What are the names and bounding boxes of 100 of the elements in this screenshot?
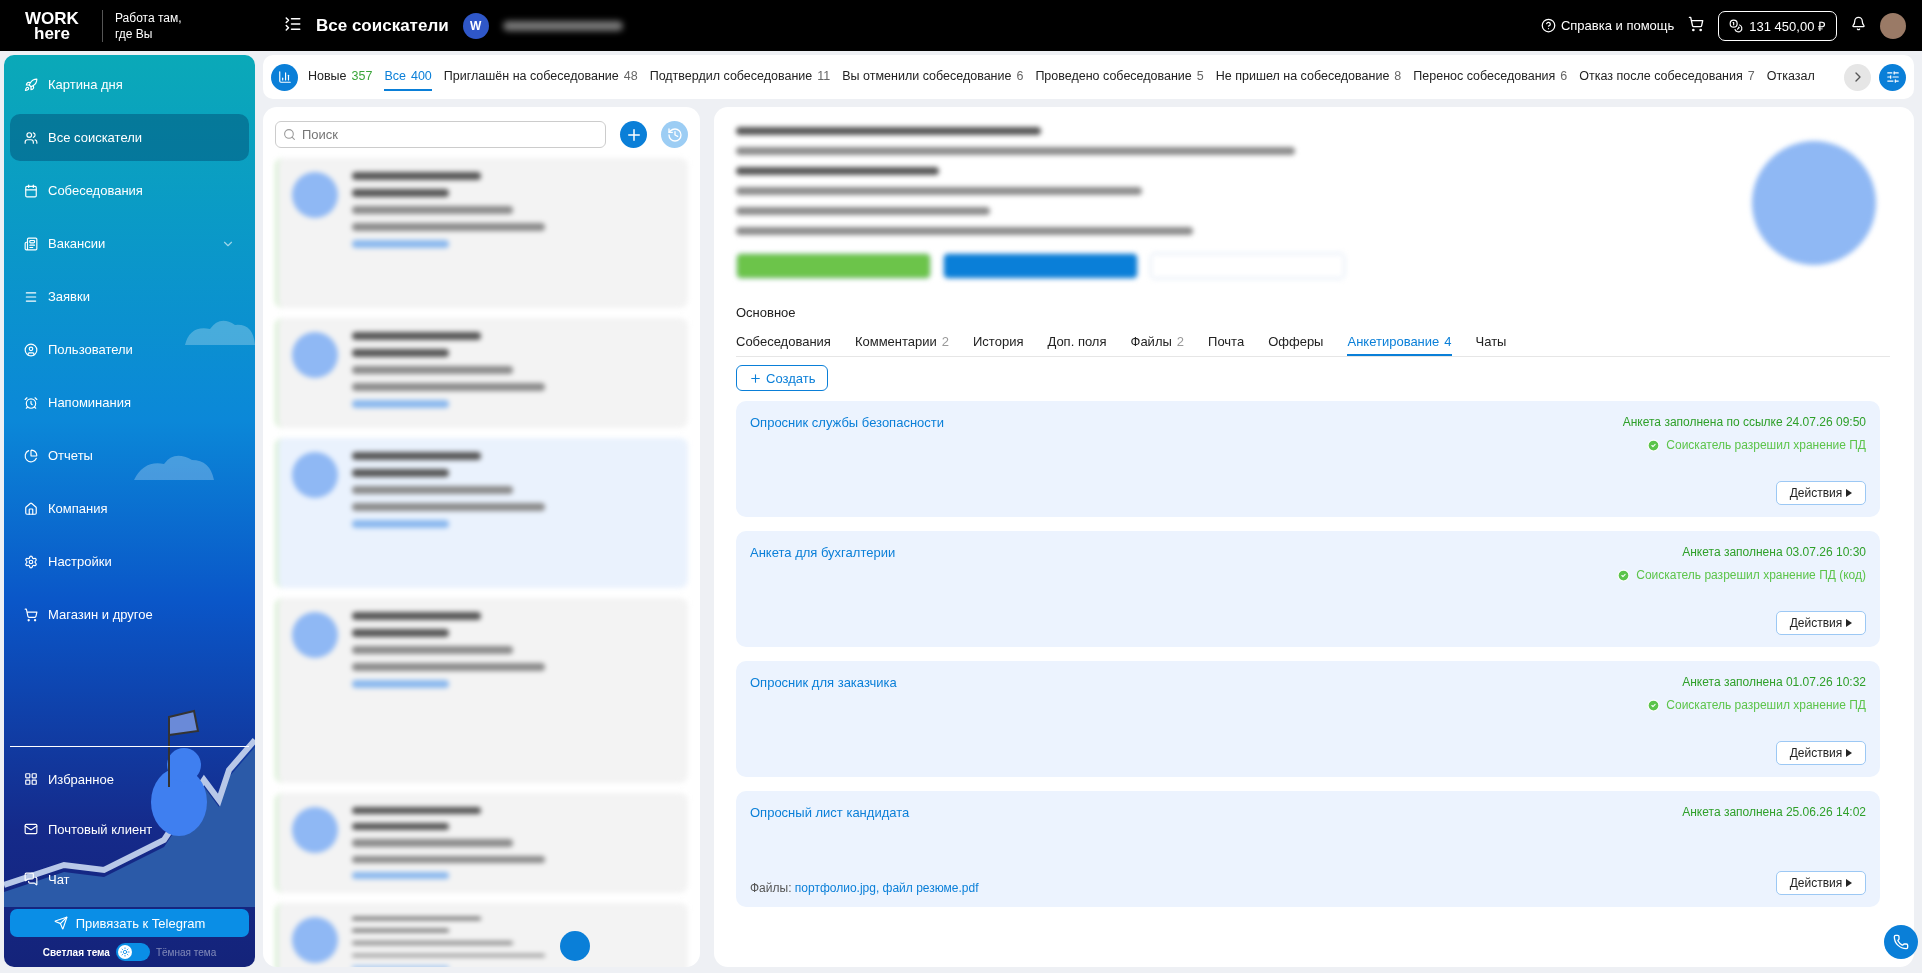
caret-icon (1846, 879, 1853, 887)
fill-status: Анкета заполнена 01.07.26 10:32 (1682, 675, 1866, 689)
search-field[interactable]: Поиск (275, 121, 606, 148)
status-tab[interactable]: Новые 357 (308, 63, 373, 91)
cart-icon (24, 607, 38, 622)
light-theme-label: Светлая тема (42, 946, 110, 958)
page-title: Все соискатели (316, 15, 449, 36)
profile-tab[interactable]: Доп. поля (1047, 328, 1107, 356)
grid-icon (24, 772, 38, 786)
create-button[interactable]: Создать (736, 365, 829, 391)
status-tab[interactable]: Перенос собеседования 6 (1413, 63, 1568, 91)
history-icon (666, 126, 683, 143)
status-tab[interactable]: Подтвердил собеседование 11 (649, 63, 831, 91)
mail-icon (24, 822, 38, 836)
blurred-candidate-card[interactable] (275, 793, 688, 893)
status-tab[interactable]: Вы отменили собеседование 6 (842, 63, 1024, 91)
profile-tab[interactable]: Анкетирование 4 (1347, 328, 1452, 356)
questionnaire-title[interactable]: Анкета для бухгалтерии (750, 545, 1618, 560)
add-button[interactable] (620, 121, 647, 148)
section-title: Основное (736, 305, 797, 320)
status-tab[interactable]: Все 400 (384, 63, 432, 91)
sidebar-item[interactable]: Настройки (10, 538, 249, 585)
check-circle-icon (1617, 568, 1631, 582)
profile-tab[interactable]: Комментарии 2 (854, 328, 949, 356)
sidebar-item[interactable]: Почтовый клиент (10, 807, 249, 851)
pie-chart-icon (24, 448, 38, 463)
blurred-candidate-card[interactable] (275, 158, 688, 308)
sliders-icon (1885, 70, 1900, 84)
blurred-candidate-card[interactable] (275, 318, 688, 428)
dark-theme-label: Тёмная тема (155, 946, 217, 958)
files-line: Файлы: портфолио.jpg, файл резюме.pdf (750, 881, 980, 895)
status-tab[interactable]: Отказал (1766, 63, 1815, 91)
user-circle-icon (24, 342, 38, 357)
calendar-icon (24, 183, 38, 198)
balance-button[interactable]: 131 450,00 ₽ (1718, 10, 1837, 41)
list-icon (24, 289, 38, 304)
users-icon (24, 130, 38, 145)
sidebar-item[interactable]: Чат (10, 857, 249, 901)
actions-button[interactable]: Действия (1776, 481, 1866, 505)
consent-status: Соискатель разрешил хранение ПД (код) (1636, 568, 1866, 582)
status-tab[interactable]: Отказ после собеседования 7 (1579, 63, 1755, 91)
check-circle-icon (1647, 438, 1661, 452)
profile-tab[interactable]: Офферы (1268, 328, 1324, 356)
sidebar-item[interactable]: Все соискатели (10, 114, 249, 161)
sidebar-item[interactable]: Компания (10, 485, 249, 532)
phone-icon (1893, 934, 1909, 950)
caret-icon (1846, 619, 1853, 627)
blurred-candidate-card[interactable] (275, 598, 688, 783)
profile-tab[interactable]: История (973, 328, 1024, 356)
sidebar-item[interactable]: Напоминания (10, 379, 249, 426)
tagline: Работа там, где Вы (102, 9, 252, 42)
fill-status: Анкета заполнена 03.07.26 10:30 (1682, 545, 1866, 559)
search-icon (283, 128, 296, 141)
help-link[interactable]: Справка и помощь (1540, 18, 1675, 33)
questionnaire-title[interactable]: Опросник для заказчика (750, 675, 1648, 690)
help-icon (1540, 18, 1556, 33)
bar-chart-icon (277, 70, 292, 84)
actions-button[interactable]: Действия (1776, 611, 1866, 635)
questionnaire-title[interactable]: Опросный лист кандидата (750, 805, 1683, 820)
fill-status: Анкета заполнена 25.06.26 14:02 (1682, 805, 1866, 819)
sidebar-item[interactable]: Избранное (10, 757, 249, 801)
fill-status: Анкета заполнена по ссылке 24.07.26 09:50 (1622, 415, 1866, 429)
profile-tab[interactable]: Файлы 2 (1130, 328, 1185, 356)
blurred-candidate-card[interactable] (275, 438, 688, 588)
settings-icon (24, 554, 38, 569)
status-tab[interactable]: Не пришел на собеседование 8 (1215, 63, 1402, 91)
caret-icon (1846, 749, 1853, 757)
phone-chat-button[interactable] (1884, 925, 1918, 959)
caret-icon (1846, 489, 1853, 497)
actions-button[interactable]: Действия (1776, 741, 1866, 765)
sidebar-item[interactable]: Отчеты (10, 432, 249, 479)
actions-button[interactable]: Действия (1776, 871, 1866, 895)
consent-status: Соискатель разрешил хранение ПД (1666, 438, 1866, 452)
profile-tab[interactable]: Почта (1208, 328, 1245, 356)
send-icon (53, 916, 68, 930)
chart-button[interactable] (271, 63, 298, 91)
file-link[interactable]: портфолио.jpg, файл резюме.pdf (794, 881, 979, 895)
alarm-clock-icon (24, 395, 38, 410)
sidebar-item[interactable]: Пользователи (10, 326, 249, 373)
logo: WORK here (24, 10, 80, 41)
scroll-right-button[interactable] (1844, 63, 1871, 91)
questionnaire-title[interactable]: Опросник службы безопасности (750, 415, 1623, 430)
coins-icon (1729, 18, 1744, 33)
status-tab[interactable]: Проведено собеседование 5 (1035, 63, 1204, 91)
status-tab[interactable]: Приглашён на собеседование 48 (443, 63, 638, 91)
profile-tab[interactable]: Чаты (1475, 328, 1507, 356)
profile-tab[interactable]: Собеседования (736, 328, 831, 356)
blurred-candidate-card[interactable] (275, 903, 688, 967)
sidebar-item[interactable]: Магазин и другое (10, 591, 249, 638)
theme-toggle[interactable] (115, 943, 150, 961)
check-circle-icon (1647, 698, 1661, 712)
consent-status: Соискатель разрешил хранение ПД (1666, 698, 1866, 712)
newspaper-icon (24, 236, 38, 251)
profile-photo-placeholder[interactable] (1880, 12, 1906, 39)
user-avatar[interactable]: W (462, 12, 489, 39)
home-icon (24, 501, 38, 516)
filter-button[interactable] (1879, 63, 1906, 91)
plus-icon (749, 371, 762, 385)
rocket-icon (24, 77, 38, 92)
chat-icon (24, 872, 38, 886)
